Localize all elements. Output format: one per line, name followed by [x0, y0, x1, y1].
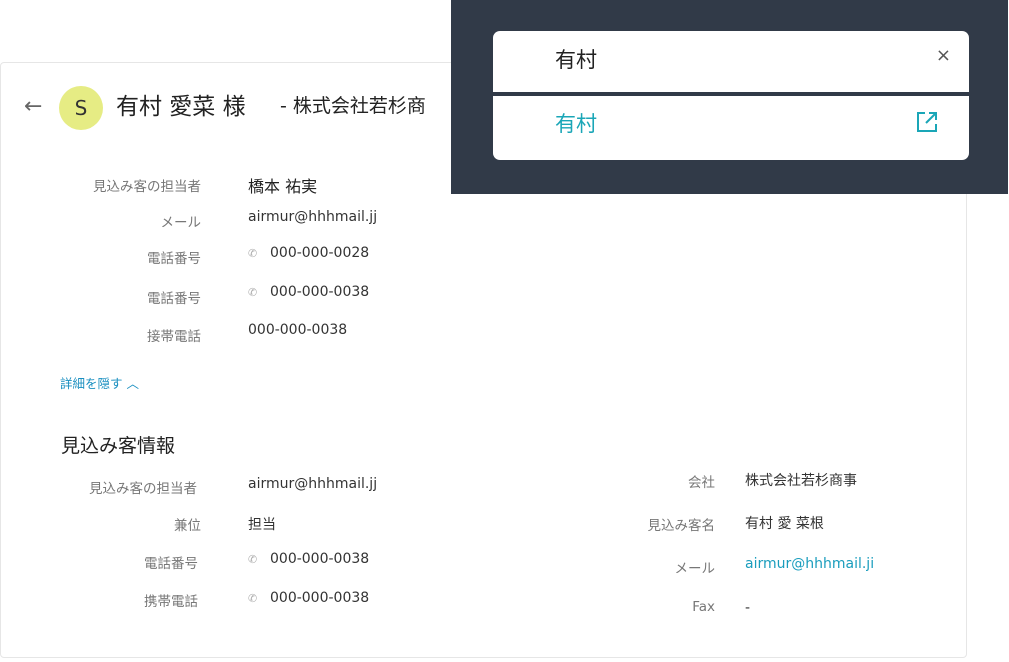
phone-number: 000-000-0038 [270, 551, 370, 567]
phone-icon: ✆ [248, 286, 258, 299]
contact-name: 有村 愛菜 様 [116, 94, 246, 120]
lead-label-position: 兼位 [174, 518, 201, 534]
phone-number: 000-000-0038 [270, 284, 370, 300]
lead-value-phone[interactable]: ✆ 000-000-0038 [248, 551, 369, 567]
phone-icon: ✆ [248, 553, 258, 566]
lead-label-fax: Fax [692, 599, 715, 615]
contact-company: - 株式会社若杉商 [280, 95, 426, 117]
lead-label-email: メール [674, 561, 716, 577]
phone-icon: ✆ [248, 247, 258, 260]
section-title-lead-info: 見込み客情報 [61, 435, 176, 457]
lead-label-owner: 見込み客の担当者 [89, 481, 197, 497]
search-divider [493, 92, 969, 96]
search-panel: 有村 × 有村 [493, 31, 969, 160]
lead-label-name: 見込み客名 [647, 518, 716, 534]
detail-value-mobile[interactable]: 000-000-0038 [248, 322, 347, 338]
lead-label-phone: 電話番号 [144, 556, 198, 572]
close-icon[interactable]: × [936, 45, 951, 67]
back-arrow-icon[interactable]: ← [24, 92, 42, 122]
detail-label-owner: 見込み客の担当者 [93, 179, 201, 195]
phone-icon: ✆ [248, 592, 258, 605]
lead-label-mobile: 携帯電話 [144, 594, 198, 610]
detail-label-mobile: 接帯電話 [147, 329, 201, 345]
lead-label-company: 会社 [688, 475, 715, 491]
avatar: S [59, 86, 103, 130]
detail-value-email[interactable]: airmur@hhhmail.jj [248, 209, 377, 225]
lead-value-mobile[interactable]: ✆ 000-000-0038 [248, 590, 369, 606]
lead-value-company: 株式会社若杉商事 [745, 473, 857, 489]
detail-label-phone-1: 電話番号 [147, 251, 201, 267]
detail-value-owner: 橋本 祐実 [248, 177, 318, 196]
phone-number: 000-000-0038 [270, 590, 370, 606]
search-result-item[interactable]: 有村 [555, 108, 597, 138]
hide-details-label: 詳細を隠す [60, 376, 123, 391]
detail-value-phone-2[interactable]: ✆ 000-000-0038 [248, 284, 369, 300]
lead-value-name: 有村 愛 菜根 [745, 516, 824, 532]
lead-value-email-link[interactable]: airmur@hhhmail.ji [745, 556, 874, 572]
hide-details-link[interactable]: 詳細を隠す ︿ [60, 373, 139, 392]
lead-value-owner: airmur@hhhmail.jj [248, 476, 378, 492]
detail-label-phone-2: 電話番号 [147, 291, 201, 307]
detail-label-email: メール [160, 215, 202, 231]
phone-number: 000-000-0028 [270, 245, 370, 261]
search-input[interactable]: 有村 [555, 44, 597, 74]
detail-value-phone-1[interactable]: ✆ 000-000-0028 [248, 245, 369, 261]
lead-value-position: 担当 [248, 517, 276, 533]
external-link-icon[interactable] [915, 110, 939, 134]
chevron-up-icon: ︿ [126, 376, 140, 391]
lead-value-fax: - [745, 600, 751, 616]
